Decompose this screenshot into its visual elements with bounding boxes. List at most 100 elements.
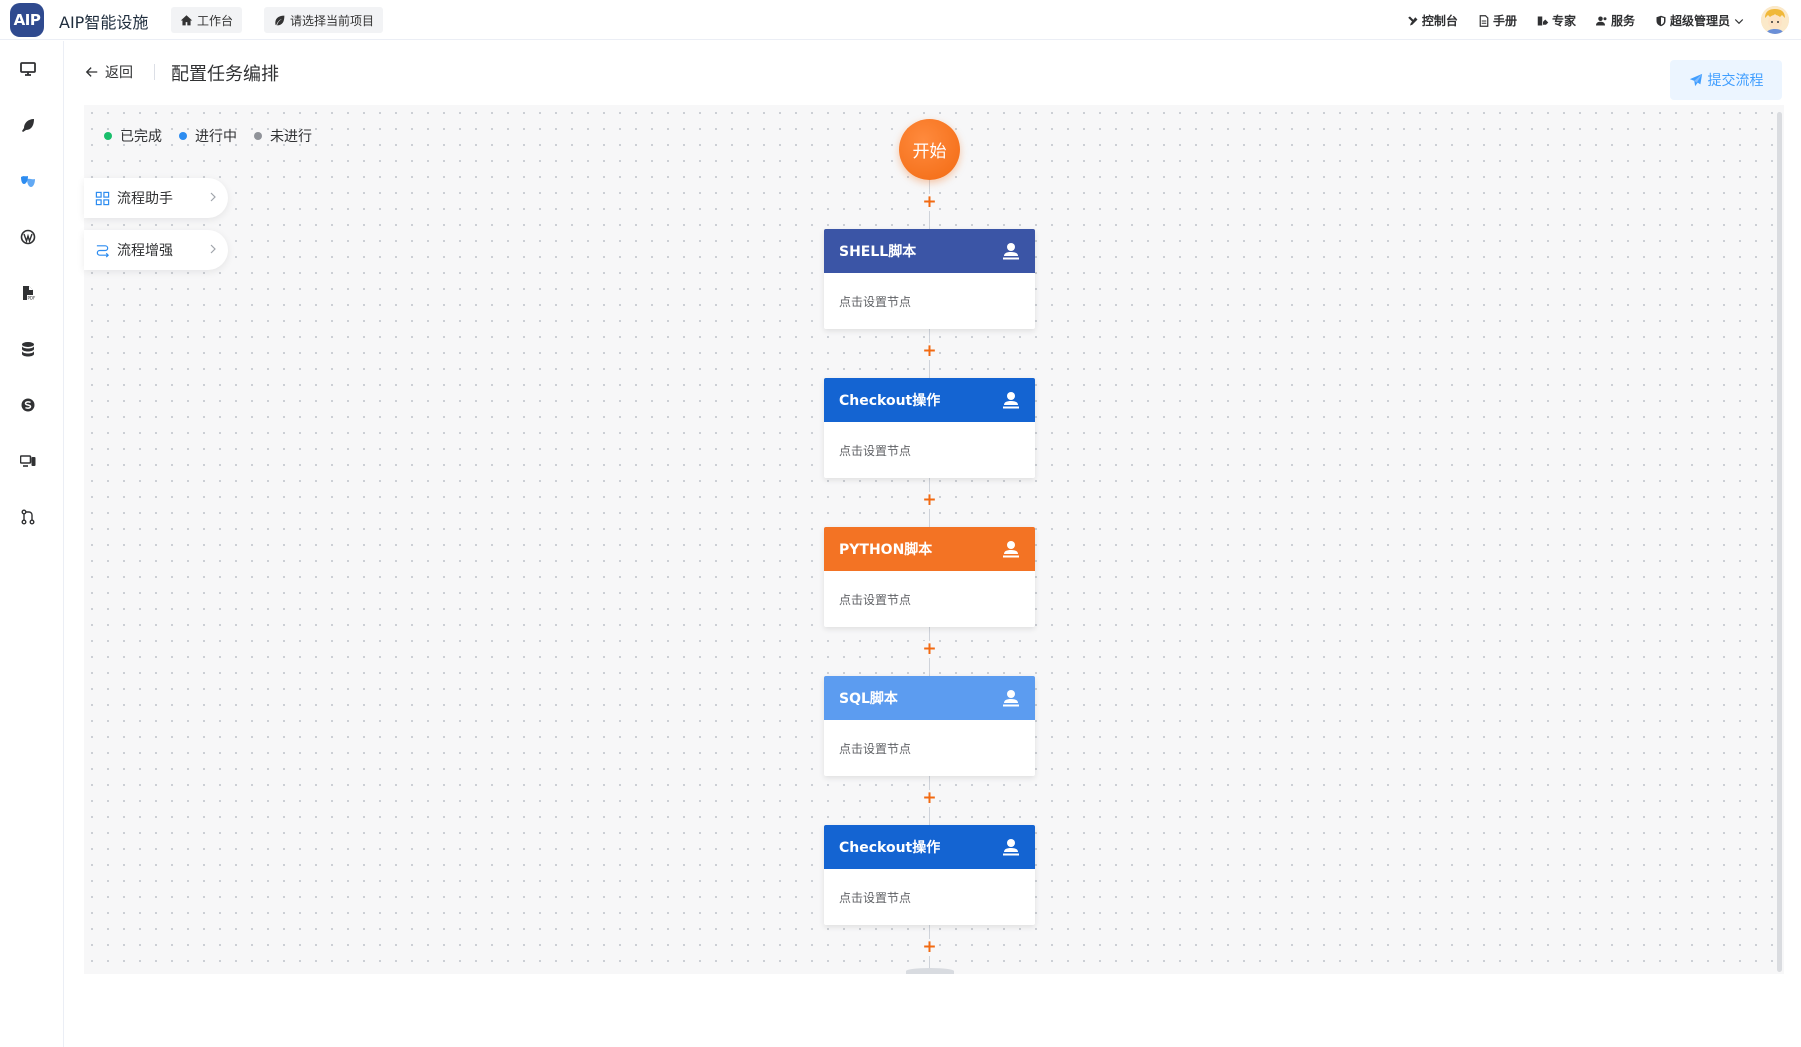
- flow-node-python[interactable]: PYTHON脚本 点击设置节点: [824, 527, 1035, 627]
- leaf-icon: [275, 15, 285, 25]
- arrow-left-icon: [85, 67, 98, 77]
- add-node-button[interactable]: +: [921, 343, 938, 360]
- flow-node-header: PYTHON脚本: [824, 527, 1035, 571]
- flow-icon: [96, 244, 109, 257]
- flow-node-title: PYTHON脚本: [839, 542, 933, 558]
- flow-enhance-label: 流程增强: [117, 243, 173, 259]
- grid-icon: [95, 191, 110, 205]
- app-logo[interactable]: AIP: [10, 3, 44, 37]
- top-right-menu: 控制台 手册 专家 服务 超级管理员: [1407, 12, 1745, 29]
- flow-node-title: SQL脚本: [839, 691, 898, 707]
- expert-label: 专家: [1551, 14, 1576, 28]
- document-icon: [1479, 14, 1489, 27]
- home-icon: [180, 14, 193, 25]
- pdf-file-icon: PDF: [23, 286, 36, 300]
- legend-completed: 已完成: [104, 126, 162, 146]
- back-button[interactable]: 返回: [85, 62, 133, 82]
- monitor-icon: [20, 62, 36, 76]
- add-node-button[interactable]: +: [921, 492, 938, 509]
- legend-completed-dot: [104, 132, 112, 140]
- git-merge-icon: [21, 509, 35, 525]
- back-label: 返回: [105, 65, 133, 81]
- flow-node-title: SHELL脚本: [839, 244, 917, 260]
- flow-node-body: 点击设置节点: [839, 295, 912, 309]
- wordpress-icon: [20, 229, 36, 245]
- flow-node-title: Checkout操作: [839, 393, 941, 409]
- flow-node-body: 点击设置节点: [839, 891, 912, 905]
- flow-node-shell[interactable]: SHELL脚本 点击设置节点: [824, 229, 1035, 329]
- mask-icon: [21, 176, 35, 187]
- paper-plane-icon: [1689, 73, 1702, 87]
- avatar[interactable]: [1761, 6, 1789, 34]
- sidebar-item-feather[interactable]: [18, 115, 38, 135]
- flow-node-title: Checkout操作: [839, 840, 941, 856]
- start-node[interactable]: 开始: [899, 119, 960, 180]
- user-stamp-icon: [1003, 392, 1019, 409]
- workbench-tab-label: 工作台: [197, 13, 234, 28]
- project-selector[interactable]: 请选择当前项目: [264, 7, 384, 33]
- flow-assistant-button[interactable]: 流程助手: [84, 178, 228, 218]
- users-icon: [1595, 16, 1607, 25]
- console-label: 控制台: [1421, 14, 1458, 28]
- flow-node-header: Checkout操作: [824, 378, 1035, 422]
- skype-icon: [21, 398, 35, 412]
- add-node-button[interactable]: +: [921, 790, 938, 807]
- avatar-image: [1761, 6, 1789, 34]
- workbench-tab[interactable]: 工作台: [171, 7, 243, 33]
- sidebar-item-devices[interactable]: [18, 451, 38, 471]
- user-stamp-icon: [1003, 541, 1019, 558]
- legend-in-progress: 进行中: [179, 126, 237, 146]
- legend-not-started: 未进行: [254, 126, 312, 146]
- chevron-right-icon: [210, 244, 216, 254]
- end-node-partial: [906, 968, 954, 974]
- console-link[interactable]: 控制台: [1407, 12, 1458, 29]
- service-link[interactable]: 服务: [1595, 12, 1635, 29]
- devices-icon: [20, 455, 36, 467]
- database-icon: [22, 342, 34, 357]
- user-stamp-icon: [1003, 690, 1019, 707]
- service-label: 服务: [1610, 14, 1635, 28]
- flow-enhance-button[interactable]: 流程增强: [84, 230, 228, 270]
- flow-node-header: SHELL脚本: [824, 229, 1035, 273]
- canvas-scrollbar[interactable]: [1777, 112, 1782, 972]
- legend-not-started-dot: [254, 132, 262, 140]
- flow-node-checkout-2[interactable]: Checkout操作 点击设置节点: [824, 825, 1035, 925]
- sidebar-item-git-merge[interactable]: [18, 507, 38, 527]
- svg-text:PDF: PDF: [28, 295, 36, 300]
- add-node-button[interactable]: +: [921, 939, 938, 956]
- expert-link[interactable]: 专家: [1537, 12, 1576, 29]
- legend-in-progress-dot: [179, 132, 187, 140]
- submit-flow-button[interactable]: 提交流程: [1670, 60, 1782, 100]
- feather-icon: [22, 119, 34, 132]
- page-title: 配置任务编排: [171, 64, 279, 85]
- legend-completed-label: 已完成: [120, 129, 162, 145]
- submit-flow-label: 提交流程: [1707, 73, 1764, 89]
- manual-label: 手册: [1492, 14, 1517, 28]
- sidebar-item-pdf[interactable]: PDF: [18, 283, 38, 303]
- flow-node-body: 点击设置节点: [839, 444, 912, 458]
- chevron-right-icon: [210, 192, 216, 202]
- flow-node-header: Checkout操作: [824, 825, 1035, 869]
- chevron-down-icon: [1734, 18, 1744, 24]
- user-menu[interactable]: 超级管理员: [1655, 12, 1745, 29]
- add-node-button[interactable]: +: [921, 194, 938, 211]
- sidebar-item-database[interactable]: [18, 339, 38, 359]
- user-role-label: 超级管理员: [1669, 14, 1730, 28]
- top-bar: AIP AIP智能设施 工作台 请选择当前项目 控制台 手册 专家 服务 超级管…: [0, 0, 1801, 40]
- user-stamp-icon: [1003, 839, 1019, 856]
- sidebar-item-monitor[interactable]: [18, 59, 38, 79]
- sidebar-item-mask[interactable]: [18, 171, 38, 191]
- sidebar-item-skype[interactable]: [18, 395, 38, 415]
- user-stamp-icon: [1003, 243, 1019, 260]
- flow-node-checkout[interactable]: Checkout操作 点击设置节点: [824, 378, 1035, 478]
- flow-node-sql[interactable]: SQL脚本 点击设置节点: [824, 676, 1035, 776]
- add-node-button[interactable]: +: [921, 641, 938, 658]
- flow-assistant-label: 流程助手: [117, 191, 173, 207]
- expert-icon: [1537, 16, 1549, 25]
- tools-icon: [1408, 16, 1418, 25]
- sidebar-item-wordpress[interactable]: [18, 227, 38, 247]
- legend-not-started-label: 未进行: [270, 129, 312, 145]
- header-divider: [154, 64, 155, 80]
- manual-link[interactable]: 手册: [1478, 12, 1517, 29]
- flow-node-body: 点击设置节点: [839, 593, 912, 607]
